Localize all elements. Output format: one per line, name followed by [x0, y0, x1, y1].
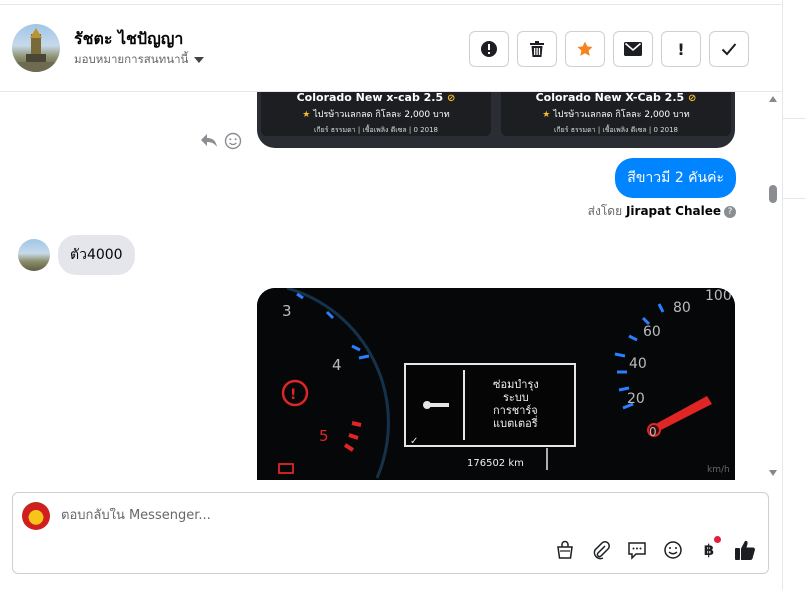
speed-unit: km/h: [707, 465, 730, 475]
composer-tools: ฿: [554, 536, 756, 561]
sent-by-label: ส่งโดย Jirapat Chalee?: [588, 202, 736, 221]
star-icon: ★: [302, 110, 311, 120]
contact-avatar[interactable]: [12, 24, 60, 72]
assign-conversation-dropdown[interactable]: มอบหมายการสนทนานี้: [74, 51, 205, 69]
sender-name: Jirapat Chalee: [625, 204, 721, 218]
product-price: ไปรษ้าวแลกลด กิโลละ 2,000 บาท: [313, 110, 450, 120]
product-card[interactable]: Colorado New X-Cab 2.5 ⊘ ★ ไปรษ้าวแลกลด …: [501, 92, 731, 136]
product-title: Colorado New X-Cab 2.5: [535, 92, 685, 104]
right-sidebar-edge: [782, 0, 806, 590]
svg-text:✓: ✓: [410, 436, 418, 447]
sent-by-prefix: ส่งโดย: [587, 204, 623, 218]
attach-button[interactable]: [590, 539, 612, 561]
incoming-message[interactable]: ตัว4000: [58, 235, 135, 275]
gauge-label: 5: [319, 427, 329, 445]
scroll-thumb[interactable]: [769, 185, 777, 203]
product-meta: เกียร์ ธรรมดา | เชื้อเพลิง ดีเซล | 0 201…: [554, 126, 678, 134]
check-icon: [721, 43, 737, 56]
exclamation-icon: !: [677, 39, 685, 59]
like-button[interactable]: [734, 539, 756, 561]
product-price: ไปรษ้าวแลกลด กิโลละ 2,000 บาท: [553, 110, 690, 120]
contact-avatar-small[interactable]: [18, 239, 50, 271]
warning-line: ซ่อมบำรุง: [493, 378, 539, 391]
page-avatar: [22, 502, 50, 530]
contact-name[interactable]: รัชตะ ไชปัญญา: [74, 27, 183, 52]
gauge-label: 3: [282, 302, 292, 320]
warning-line: แบตเตอรี่: [493, 415, 538, 430]
info-icon[interactable]: ?: [724, 205, 736, 218]
emoji-button[interactable]: [662, 539, 684, 561]
reply-input[interactable]: [61, 508, 661, 523]
speed-label: 80: [673, 300, 691, 316]
speed-label: 40: [629, 356, 647, 372]
saved-reply-icon: [628, 542, 646, 560]
payment-button[interactable]: ฿: [698, 536, 721, 561]
dashboard-photo[interactable]: 3 4 5 ! ซ่อมบำรุง ระบบ การชาร์จ แบตเตอรี…: [257, 288, 735, 480]
svg-text:!: !: [290, 387, 296, 403]
speed-label: 20: [627, 391, 645, 407]
verified-icon: ⊘: [446, 93, 456, 104]
outgoing-message[interactable]: สีขาวมี 2 คันค่ะ: [615, 158, 736, 198]
product-meta: เกียร์ ธรรมดา | เชื้อเพลิง ดีเซล | 0 201…: [314, 126, 438, 134]
speed-label: 100: [705, 288, 732, 304]
product-card[interactable]: Colorado New x-cab 2.5 ⊘ ★ ไปรษ้าวแลกลด …: [261, 92, 491, 136]
scroll-down-arrow-icon[interactable]: [769, 470, 777, 476]
star-icon: ★: [542, 110, 551, 120]
conversation-panel: รัชตะ ไชปัญญา มอบหมายการสนทนานี้ ! Color…: [0, 0, 782, 590]
star-button[interactable]: [565, 31, 605, 67]
notification-dot: [714, 536, 721, 543]
thumbs-up-icon: [735, 540, 755, 560]
message-thread: Colorado New x-cab 2.5 ⊘ ★ ไปรษ้าวแลกลด …: [0, 92, 782, 480]
spam-button[interactable]: [469, 31, 509, 67]
header-actions: !: [469, 31, 749, 67]
mark-unread-button[interactable]: [613, 31, 653, 67]
scroll-up-arrow-icon[interactable]: [769, 96, 777, 102]
gauge-label: 4: [332, 356, 342, 374]
warning-line: การชาร์จ: [493, 404, 538, 417]
product-title: Colorado New x-cab 2.5: [296, 92, 444, 104]
assign-label: มอบหมายการสนทนานี้: [74, 52, 189, 66]
saved-reply-button[interactable]: [626, 539, 648, 561]
follow-up-button[interactable]: !: [661, 31, 701, 67]
emoji-icon: [664, 541, 682, 559]
odometer: 176502 km: [467, 458, 524, 469]
shop-bag-icon: [557, 540, 573, 559]
speed-label: 60: [643, 324, 661, 340]
thread-scrollbar[interactable]: [767, 96, 779, 476]
warning-line: ระบบ: [503, 391, 529, 404]
baht-icon: ฿: [703, 541, 715, 559]
envelope-icon: [624, 42, 642, 56]
product-carousel[interactable]: Colorado New x-cab 2.5 ⊘ ★ ไปรษ้าวแลกลด …: [257, 92, 735, 148]
react-emoji-icon[interactable]: [224, 132, 242, 150]
caret-down-icon: [194, 56, 205, 63]
conversation-header: รัชตะ ไชปัญญา มอบหมายการสนทนานี้ !: [0, 4, 782, 92]
trash-icon: [530, 41, 544, 57]
delete-button[interactable]: [517, 31, 557, 67]
speed-label: 0: [649, 425, 657, 439]
verified-icon: ⊘: [688, 93, 697, 104]
paperclip-icon: [593, 541, 610, 560]
message-actions: [200, 132, 242, 150]
shop-bag-button[interactable]: [554, 539, 576, 561]
done-button[interactable]: [709, 31, 749, 67]
reply-composer: ฿: [12, 492, 769, 574]
star-icon: [577, 41, 593, 56]
reply-icon[interactable]: [200, 132, 218, 148]
alert-circle-icon: [481, 41, 497, 57]
